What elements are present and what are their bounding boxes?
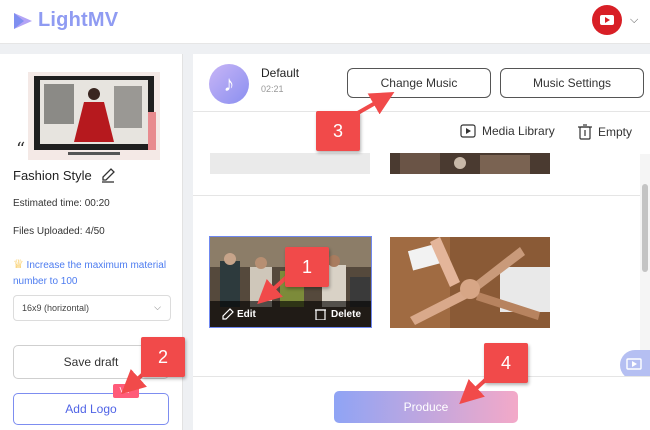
crown-icon: ♕ — [13, 257, 24, 271]
trash-icon — [314, 309, 326, 320]
music-duration: 02:21 — [261, 84, 284, 94]
aspect-ratio-select[interactable]: 16x9 (horizontal) ⌵ — [13, 295, 171, 321]
app-name: LightMV — [38, 9, 119, 31]
change-music-button[interactable]: Change Music — [347, 68, 491, 98]
youtube-avatar-icon — [600, 15, 614, 25]
music-title: Default — [261, 66, 300, 80]
editor-main: ♪ Default 02:21 Change Music Music Setti… — [193, 54, 650, 430]
quote-icon: “ — [16, 139, 26, 160]
trash-icon — [578, 124, 592, 140]
callout-3: 3 — [316, 111, 360, 151]
clip-action-bar: Edit Delete — [210, 301, 371, 327]
media-library-label: Media Library — [482, 124, 555, 138]
preview-icon — [626, 358, 642, 370]
lightmv-logo-icon — [14, 12, 32, 29]
music-settings-button[interactable]: Music Settings — [500, 68, 644, 98]
callout-4: 4 — [484, 343, 528, 383]
scroll-thumb[interactable] — [642, 184, 648, 272]
clip-edit-label: Edit — [237, 308, 256, 320]
template-name: Fashion Style — [13, 167, 116, 183]
pencil-icon — [222, 308, 234, 320]
empty-label: Empty — [598, 125, 633, 139]
upgrade-link-text: Increase the maximum material number to … — [13, 260, 167, 287]
divider — [193, 111, 650, 112]
produce-button[interactable]: Produce — [334, 391, 518, 423]
vip-badge: VIP — [113, 384, 139, 398]
bottom-action-bar: Produce — [193, 376, 650, 430]
media-clip-meeting[interactable] — [390, 153, 550, 174]
callout-1: 1 — [285, 247, 329, 287]
aspect-ratio-value: 16x9 (horizontal) — [22, 303, 90, 313]
media-clip-placeholder[interactable] — [210, 153, 370, 174]
clip-edit-button[interactable]: Edit — [222, 308, 256, 320]
clip-delete-label: Delete — [330, 308, 361, 320]
add-logo-button[interactable]: Add Logo — [13, 393, 169, 425]
user-avatar[interactable] — [592, 5, 622, 35]
upgrade-link[interactable]: ♕ Increase the maximum material number t… — [13, 256, 173, 290]
music-note-icon: ♪ — [209, 64, 249, 104]
chevron-down-icon: ⌵ — [154, 302, 161, 312]
rename-pencil-icon[interactable] — [100, 167, 116, 183]
media-clip-hands[interactable] — [390, 237, 550, 328]
template-name-label: Fashion Style — [13, 167, 92, 183]
row-divider — [193, 195, 641, 196]
callout-2: 2 — [141, 337, 185, 377]
files-uploaded: Files Uploaded: 4/50 — [13, 226, 105, 237]
media-library-icon — [460, 124, 476, 138]
media-library-button[interactable]: Media Library — [460, 124, 555, 138]
top-header: LightMV ⌵ — [0, 0, 650, 44]
template-thumbnail[interactable] — [28, 72, 160, 160]
app-logo[interactable]: LightMV — [12, 9, 118, 32]
estimated-time: Estimated time: 00:20 — [13, 198, 110, 209]
chevron-down-icon[interactable]: ⌵ — [630, 14, 638, 27]
clip-delete-button[interactable]: Delete — [314, 308, 361, 320]
empty-button[interactable]: Empty — [578, 124, 632, 140]
